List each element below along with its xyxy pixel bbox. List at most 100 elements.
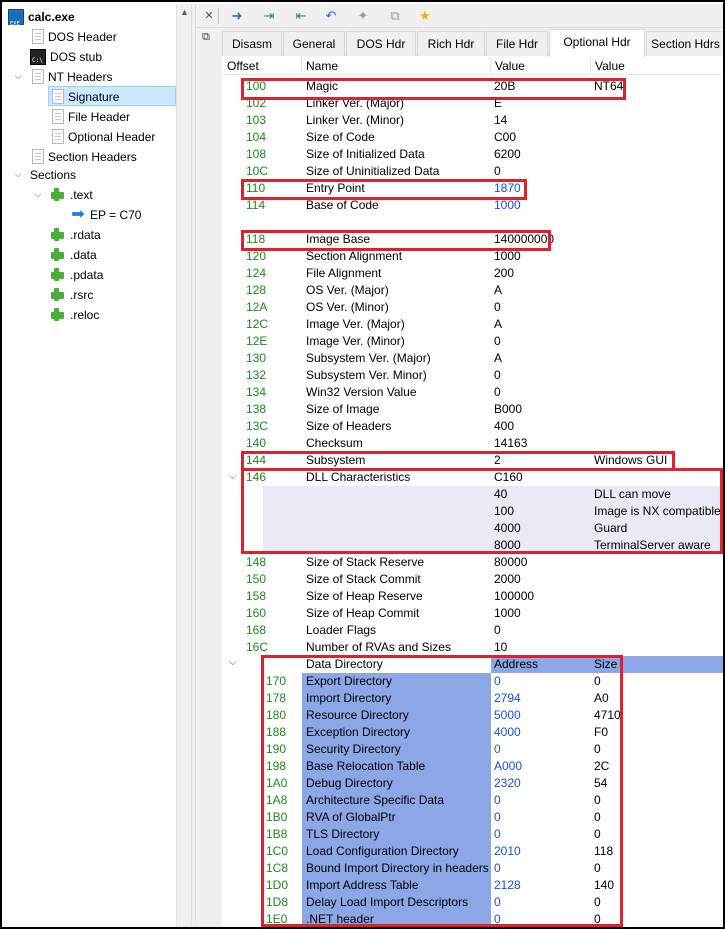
- row-value[interactable]: 20B: [494, 78, 515, 95]
- data-directory-entry[interactable]: 170 Export Directory 0 0: [223, 673, 723, 690]
- chevron-down-icon[interactable]: ⌵: [12, 66, 24, 86]
- table-row[interactable]: 16C Number of RVAs and Sizes 10: [223, 639, 723, 656]
- tab-optional-hdr[interactable]: Optional Hdr: [549, 29, 645, 57]
- row-value[interactable]: 0: [494, 622, 501, 639]
- entry-address[interactable]: 4000: [494, 724, 521, 741]
- close-icon[interactable]: ✕: [200, 7, 218, 25]
- entry-address[interactable]: 0: [494, 894, 501, 911]
- data-directory-entry[interactable]: 1D0 Import Address Table 2128 140: [223, 877, 723, 894]
- table-row[interactable]: 148 Size of Stack Reserve 80000: [223, 554, 723, 571]
- table-row[interactable]: 108 Size of Initialized Data 6200: [223, 146, 723, 163]
- row-value[interactable]: 14163: [494, 435, 527, 452]
- row-value[interactable]: E: [494, 95, 502, 112]
- data-directory-entry[interactable]: 1C0 Load Configuration Directory 2010 118: [223, 843, 723, 860]
- row-value[interactable]: 100: [494, 503, 514, 520]
- table-row[interactable]: 168 Loader Flags 0: [223, 622, 723, 639]
- row-value[interactable]: C160: [494, 469, 523, 486]
- row-value[interactable]: 140000000: [494, 231, 554, 248]
- table-row[interactable]: 132 Subsystem Ver. Minor) 0: [223, 367, 723, 384]
- row-value[interactable]: 6200: [494, 146, 521, 163]
- table-row[interactable]: 10C Size of Uninitialized Data 0: [223, 163, 723, 180]
- row-value[interactable]: 1870: [494, 180, 521, 197]
- entry-size[interactable]: 0: [594, 894, 601, 911]
- row-value[interactable]: 2: [494, 452, 501, 469]
- data-directory-entry[interactable]: 188 Exception Directory 4000 F0: [223, 724, 723, 741]
- tree-item-text-section[interactable]: .text: [50, 184, 93, 204]
- entry-address[interactable]: 0: [494, 809, 501, 826]
- row-value[interactable]: 0: [494, 299, 501, 316]
- tree-item-file-header[interactable]: File Header: [50, 106, 130, 126]
- chevron-down-icon[interactable]: ⌵: [229, 471, 237, 482]
- entry-address[interactable]: 0: [494, 673, 501, 690]
- copy-icon[interactable]: ⧉: [386, 7, 404, 25]
- entry-size[interactable]: F0: [594, 724, 608, 741]
- entry-size[interactable]: 54: [594, 775, 607, 792]
- entry-address[interactable]: 2010: [494, 843, 521, 860]
- table-row[interactable]: 144 Subsystem 2 Windows GUI: [223, 452, 723, 469]
- entry-size[interactable]: 0: [594, 809, 601, 826]
- tree-item-dos-stub[interactable]: DOS stub: [30, 46, 102, 71]
- row-value[interactable]: C00: [494, 129, 516, 146]
- data-directory-entry[interactable]: 1E0 .NET header 0 0: [223, 911, 723, 927]
- tab-file-hdr[interactable]: File Hdr: [486, 31, 548, 56]
- table-row[interactable]: 124 File Alignment 200: [223, 265, 723, 282]
- data-directory-entry[interactable]: 1B0 RVA of GlobalPtr 0 0: [223, 809, 723, 826]
- entry-size[interactable]: 0: [594, 792, 601, 809]
- tab-rich-hdr[interactable]: Rich Hdr: [417, 31, 485, 56]
- tree-item-data[interactable]: .data: [50, 244, 97, 264]
- tree-item-signature[interactable]: Signature: [48, 86, 176, 106]
- tree-item-dos-header[interactable]: DOS Header: [30, 26, 117, 46]
- entry-size[interactable]: 0: [594, 911, 601, 927]
- data-directory-entry[interactable]: 180 Resource Directory 5000 4710: [223, 707, 723, 724]
- star-icon[interactable]: ★: [416, 7, 434, 25]
- row-value[interactable]: 100000: [494, 588, 534, 605]
- tree-item-rdata[interactable]: .rdata: [50, 224, 101, 244]
- entry-size[interactable]: 118: [594, 843, 613, 860]
- dll-flag-row[interactable]: 100 Image is NX compatible: [223, 503, 723, 520]
- tab-dos-hdr[interactable]: DOS Hdr: [346, 31, 416, 56]
- row-value[interactable]: A: [494, 316, 502, 333]
- import-icon[interactable]: ⇤: [292, 7, 310, 25]
- entry-address[interactable]: 0: [494, 792, 501, 809]
- column-header-value[interactable]: Value: [491, 57, 591, 75]
- data-directory-entry[interactable]: 1C8 Bound Import Directory in headers 0 0: [223, 860, 723, 877]
- export-icon[interactable]: ⇥: [260, 7, 278, 25]
- tree-root[interactable]: calc.exe: [8, 6, 75, 34]
- row-value[interactable]: 14: [494, 112, 507, 129]
- data-directory-entry[interactable]: 1D8 Delay Load Import Descriptors 0 0: [223, 894, 723, 911]
- restore-icon[interactable]: ⧉: [202, 31, 210, 44]
- row-value[interactable]: 0: [494, 384, 501, 401]
- tree-item-section-headers[interactable]: Section Headers: [30, 146, 137, 166]
- dll-flag-row[interactable]: 8000 TerminalServer aware: [223, 537, 723, 554]
- data-directory-entry[interactable]: 190 Security Directory 0 0: [223, 741, 723, 758]
- row-value[interactable]: 1000: [494, 605, 521, 622]
- row-value[interactable]: A: [494, 350, 502, 367]
- row-value[interactable]: 0: [494, 163, 501, 180]
- table-row[interactable]: 110 Entry Point 1870: [223, 180, 723, 197]
- table-row[interactable]: 12A OS Ver. (Minor) 0: [223, 299, 723, 316]
- chevron-down-icon[interactable]: ⌵: [32, 184, 44, 204]
- row-value[interactable]: 4000: [494, 520, 521, 537]
- entry-size[interactable]: 2C: [594, 758, 609, 775]
- data-directory-entry[interactable]: 1A8 Architecture Specific Data 0 0: [223, 792, 723, 809]
- table-row[interactable]: 140 Checksum 14163: [223, 435, 723, 452]
- column-header-offset[interactable]: Offset: [223, 57, 302, 75]
- tree-item-rsrc[interactable]: .rsrc: [50, 284, 93, 304]
- entry-address[interactable]: 2128: [494, 877, 521, 894]
- tree-item-sections[interactable]: Sections: [30, 164, 76, 184]
- table-row[interactable]: 12C Image Ver. (Major) A: [223, 316, 723, 333]
- table-row[interactable]: 138 Size of Image B000: [223, 401, 723, 418]
- data-directory-entry[interactable]: 198 Base Relocation Table A000 2C: [223, 758, 723, 775]
- table-row[interactable]: 100 Magic 20B NT64: [223, 78, 723, 95]
- row-value[interactable]: 80000: [494, 554, 527, 571]
- table-row[interactable]: 134 Win32 Version Value 0: [223, 384, 723, 401]
- row-value[interactable]: 8000: [494, 537, 521, 554]
- table-row[interactable]: 160 Size of Heap Commit 1000: [223, 605, 723, 622]
- entry-size[interactable]: 0: [594, 741, 601, 758]
- table-row[interactable]: 102 Linker Ver. (Major) E: [223, 95, 723, 112]
- entry-address[interactable]: A000: [494, 758, 522, 775]
- table-row[interactable]: ⌵ 146 DLL Characteristics C160: [223, 469, 723, 486]
- table-row[interactable]: 120 Section Alignment 1000: [223, 248, 723, 265]
- data-directory-entry[interactable]: 178 Import Directory 2794 A0: [223, 690, 723, 707]
- table-row[interactable]: 128 OS Ver. (Major) A: [223, 282, 723, 299]
